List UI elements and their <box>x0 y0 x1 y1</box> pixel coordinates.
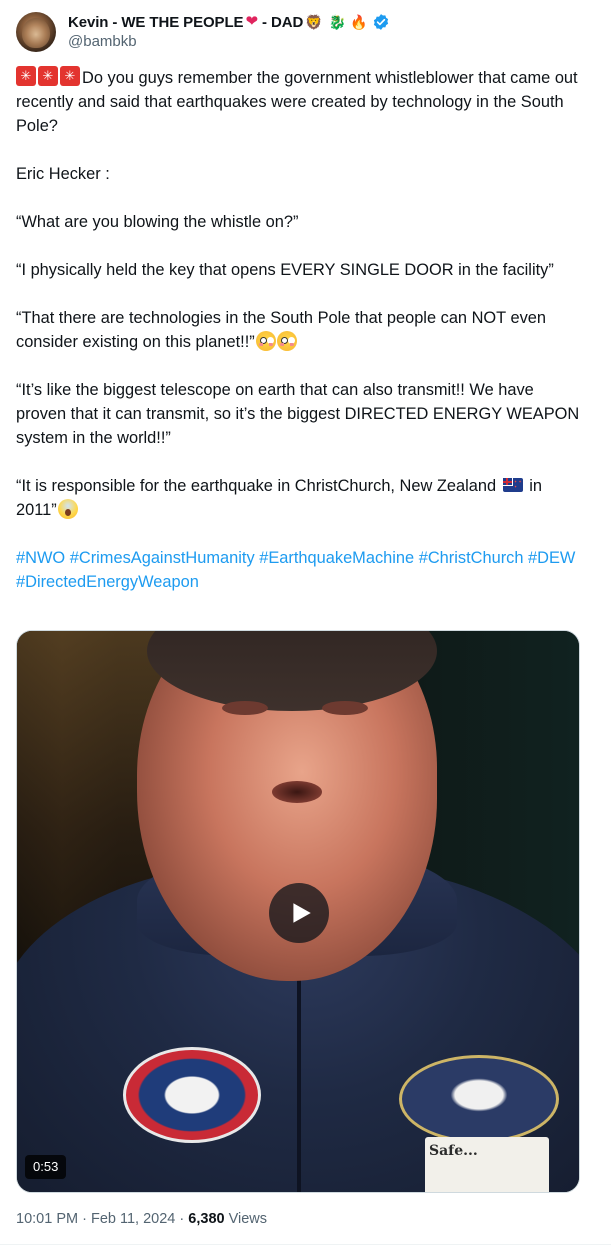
red-heart-icon: ❤ <box>245 13 259 30</box>
video-duration: 0:53 <box>25 1155 67 1179</box>
post-date[interactable]: Feb 11, 2024 <box>91 1211 175 1227</box>
views-label: Views <box>228 1211 268 1227</box>
tweet-paragraph-text: “I physically held the key that opens EV… <box>16 261 554 279</box>
post-time[interactable]: 10:01 PM <box>16 1211 78 1227</box>
display-name-suffix[interactable]: - DAD <box>262 14 303 31</box>
tweet-paragraph: “What are you blowing the whistle on?” <box>16 210 582 234</box>
speaker-mouth <box>272 781 322 803</box>
flushed-face-icon <box>276 331 297 351</box>
meta-separator: · <box>82 1211 87 1227</box>
tweet-paragraph: Do you guys remember the government whis… <box>16 66 582 138</box>
verified-badge-icon[interactable] <box>372 13 390 31</box>
tweet-paragraph-text: “It’s like the biggest telescope on eart… <box>16 381 580 447</box>
hashtag-link[interactable]: #CrimesAgainstHumanity <box>70 549 255 567</box>
views-count[interactable]: 6,380 <box>188 1211 224 1227</box>
police-light-icon <box>60 66 80 86</box>
video-player[interactable]: Safe... 0:53 <box>16 630 580 1193</box>
hashtag-link[interactable]: #EarthquakeMachine <box>259 549 414 567</box>
tweet-paragraph-text: “What are you blowing the whistle on?” <box>16 213 299 231</box>
tweet-paragraph: “It is responsible for the earthquake in… <box>16 474 582 522</box>
tweet-header: Kevin - WE THE PEOPLE ❤ - DAD 🦁 🐉 🔥 @bam… <box>16 10 582 56</box>
tweet-paragraph-text: “It is responsible for the earthquake in… <box>16 477 497 495</box>
speaker-eye <box>222 701 268 715</box>
hashtag-link[interactable]: #ChristChurch <box>419 549 524 567</box>
hashtag-link[interactable]: #DEW <box>528 549 575 567</box>
flushed-face-icon <box>255 331 276 351</box>
display-name-row[interactable]: Kevin - WE THE PEOPLE ❤ - DAD 🦁 🐉 🔥 <box>68 12 390 32</box>
meta-separator: · <box>179 1211 185 1227</box>
play-icon <box>293 903 311 923</box>
tweet-meta: 10:01 PM · Feb 11, 2024 · 6,380 Views <box>16 1211 267 1227</box>
play-button[interactable] <box>269 883 329 943</box>
name-tag-text: Safe... <box>429 1143 478 1159</box>
lion-face-icon: 🦁 <box>305 14 323 30</box>
tweet-paragraph: Eric Hecker : <box>16 162 582 186</box>
police-light-icon <box>38 66 58 86</box>
tweet-paragraph: “That there are technologies in the Sout… <box>16 306 582 354</box>
antarctic-program-patch <box>123 1047 261 1143</box>
name-tag: Safe... <box>425 1137 549 1192</box>
police-light-icon <box>16 66 36 86</box>
speaker-eye <box>322 701 368 715</box>
display-name[interactable]: Kevin - WE THE PEOPLE <box>68 14 244 31</box>
screaming-face-icon <box>57 499 78 519</box>
tweet-paragraph: “I physically held the key that opens EV… <box>16 258 582 282</box>
new-zealand-flag-icon <box>502 478 523 492</box>
divider <box>0 1244 611 1245</box>
tweet-paragraph-text: in <box>529 477 543 495</box>
tweet-paragraph: “It’s like the biggest telescope on eart… <box>16 378 582 450</box>
tweet-paragraph-text: 2011” <box>16 501 57 519</box>
author-handle[interactable]: @bambkb <box>68 33 137 50</box>
tweet-text: Do you guys remember the government whis… <box>16 66 582 618</box>
avatar-lion-image <box>22 18 50 48</box>
tweet-paragraph-text: Eric Hecker : <box>16 165 110 183</box>
dragon-icon: 🐉 <box>328 14 347 30</box>
hashtag-link[interactable]: #DirectedEnergyWeapon <box>16 573 199 591</box>
fire-icon: 🔥 <box>350 14 368 30</box>
hashtag-list: #NWO #CrimesAgainstHumanity #EarthquakeM… <box>16 546 582 594</box>
avatar[interactable] <box>16 12 56 52</box>
hashtag-link[interactable]: #NWO <box>16 549 65 567</box>
tweet-paragraph-text: Do you guys remember the government whis… <box>16 69 578 135</box>
south-pole-patch <box>399 1055 559 1143</box>
